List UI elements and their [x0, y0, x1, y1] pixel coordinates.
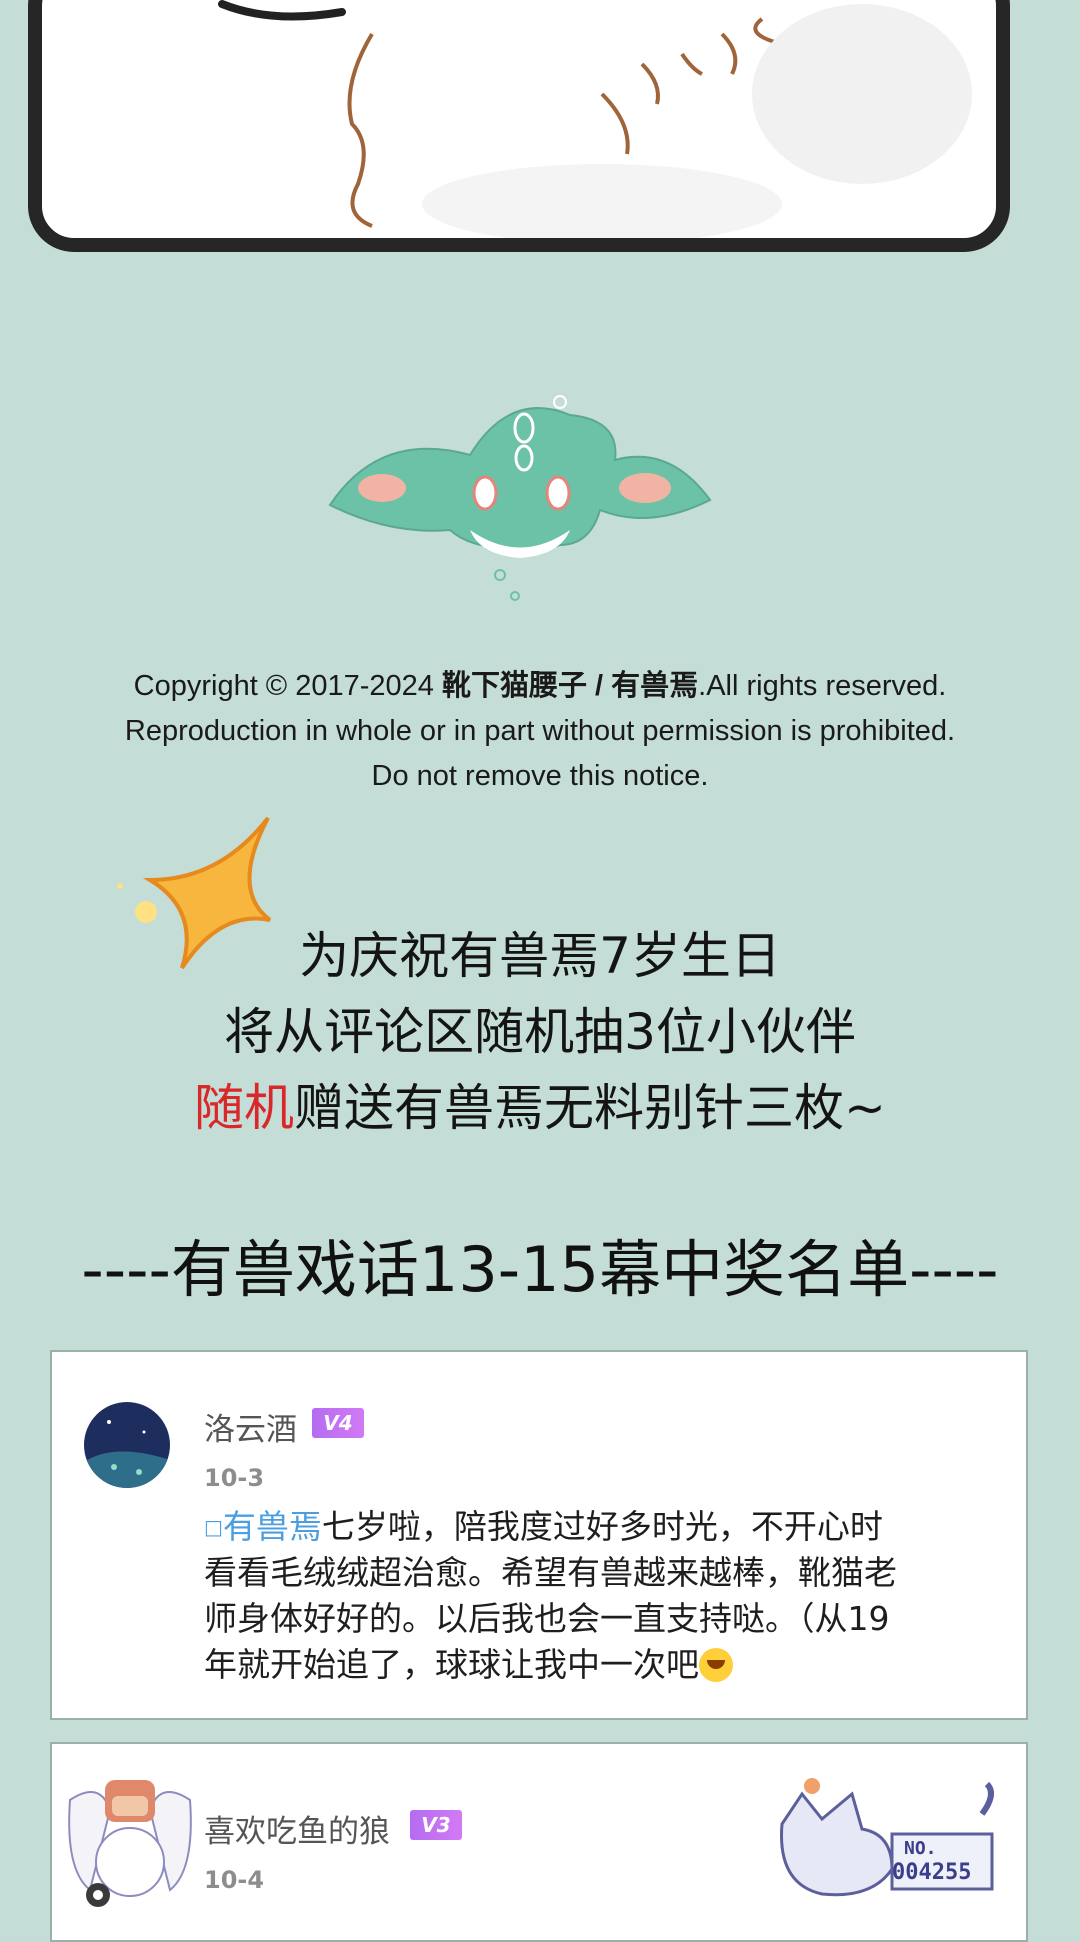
mascot-logo [328, 395, 712, 601]
announcement-line-2: 将从评论区随机抽3位小伙伴 [224, 1003, 856, 1061]
badge-no-label: NO. [904, 1838, 937, 1859]
comment-date: 10-4 [204, 1866, 265, 1894]
comment-line-1: □有兽焉七岁啦，陪我度过好多时光，不开心时 [204, 1504, 1004, 1550]
comment-line-4: 年就开始追了，球球让我中一次吧 [204, 1642, 1004, 1688]
avatar[interactable] [84, 1402, 170, 1488]
laughing-emoji-icon [699, 1648, 733, 1682]
comment-username[interactable]: 洛云酒 [204, 1404, 297, 1449]
copyright-line-2: Reproduction in whole or in part without… [124, 715, 956, 747]
copyright-line-3: Do not remove this notice. [371, 760, 709, 792]
announcement-line-1: 为庆祝有兽焉7岁生日 [299, 927, 781, 985]
badge-number: 004255 [892, 1860, 972, 1885]
copyright-line-1: Copyright © 2017-2024 靴下猫腰子 / 有兽焉.All ri… [0, 664, 1080, 709]
avatar[interactable] [60, 1770, 200, 1910]
announcement-line-3-rest: 赠送有兽焉无料别针三枚~ [294, 1079, 886, 1137]
comment-username[interactable]: 喜欢吃鱼的狼 [204, 1806, 390, 1851]
announcement-highlight: 随机 [194, 1079, 295, 1137]
copyright-suffix: .All rights reserved. [698, 670, 947, 702]
comment-text: □有兽焉七岁啦，陪我度过好多时光，不开心时 看看毛绒绒超治愈。希望有兽越来越棒，… [204, 1504, 1004, 1688]
mention-label: 有兽焉 [222, 1507, 322, 1546]
winners-title: ----有兽戏话13-15幕中奖名单---- [81, 1233, 999, 1306]
comment-card: 喜欢吃鱼的狼 V3 10-4 NO. 004255 [50, 1742, 1028, 1942]
comment-text-line-4: 年就开始追了，球球让我中一次吧 [204, 1645, 699, 1684]
vip-level-badge: V4 [312, 1408, 364, 1438]
comment-date: 10-3 [204, 1464, 265, 1492]
copyright-prefix: Copyright © 2017-2024 [133, 670, 442, 702]
comic-panel [28, 0, 1010, 252]
comment-text-line-3: 师身体好好的。以后我也会一直支持哒。（从19 [204, 1599, 890, 1638]
fan-number-badge: NO. 004255 [772, 1774, 1002, 1904]
copyright-notice: Copyright © 2017-2024 靴下猫腰子 / 有兽焉.All ri… [0, 664, 1080, 799]
vip-level-badge: V3 [410, 1810, 462, 1840]
comic-illustration [218, 0, 972, 238]
topic-icon: □ [204, 1515, 223, 1539]
mention-link[interactable]: □有兽焉 [204, 1507, 322, 1546]
comment-card: 洛云酒 V4 10-3 □有兽焉七岁啦，陪我度过好多时光，不开心时 看看毛绒绒超… [50, 1350, 1028, 1720]
comment-text-line-2: 看看毛绒绒超治愈。希望有兽越来越棒，靴猫老 [204, 1553, 897, 1592]
comment-text-line-1: 七岁啦，陪我度过好多时光，不开心时 [321, 1507, 883, 1546]
announcement-line-3: 随机赠送有兽焉无料别针三枚~ [0, 1070, 1080, 1146]
announcement: 为庆祝有兽焉7岁生日 将从评论区随机抽3位小伙伴 随机赠送有兽焉无料别针三枚~ [0, 918, 1080, 1146]
copyright-author: 靴下猫腰子 / 有兽焉 [441, 670, 699, 702]
